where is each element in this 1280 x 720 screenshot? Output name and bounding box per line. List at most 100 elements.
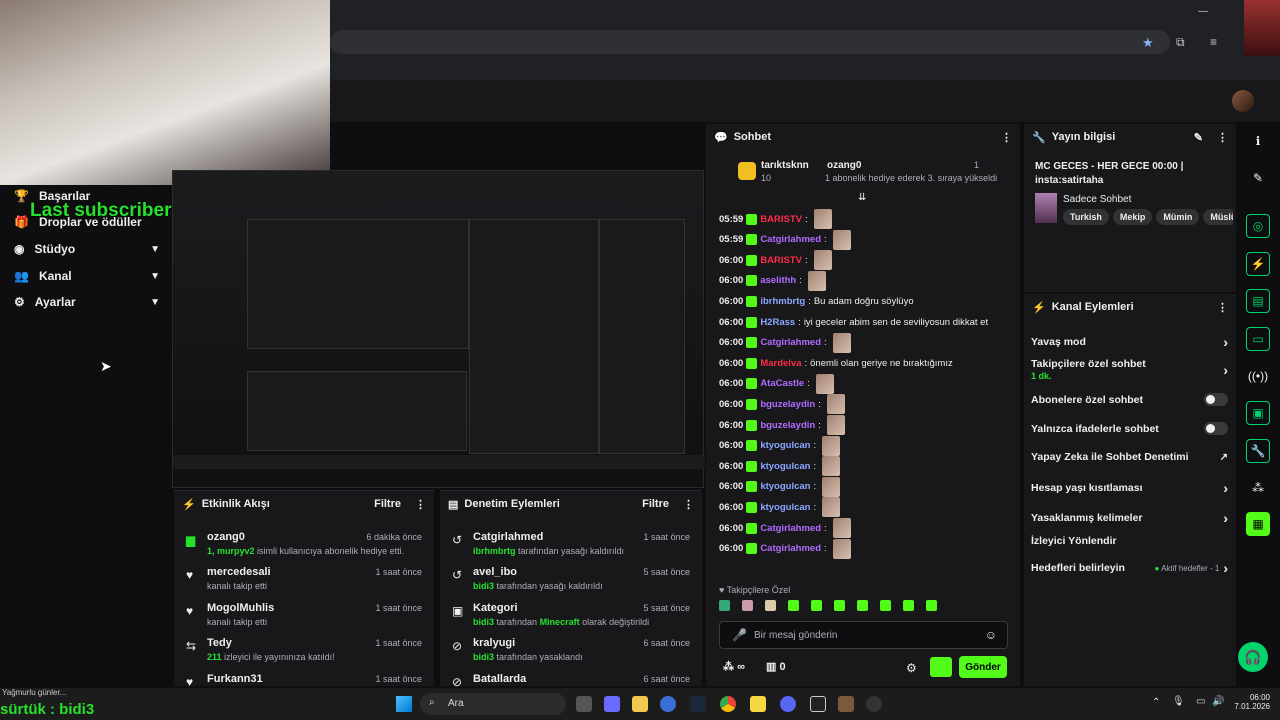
- subs-only-row[interactable]: Abonelere özel sohbet: [1031, 393, 1228, 406]
- gift-display[interactable]: ▥ 0: [766, 660, 786, 673]
- volume-icon[interactable]: 🔊: [1212, 696, 1224, 707]
- tag[interactable]: Mekip: [1112, 209, 1153, 225]
- chat-username[interactable]: aselithh: [760, 275, 796, 286]
- clock[interactable]: 06:00 7.01.2026: [1234, 693, 1270, 711]
- category-name[interactable]: Sadece Sohbet: [1063, 194, 1131, 205]
- chat-username[interactable]: ktyogulcan: [760, 440, 810, 451]
- collapse-icon[interactable]: ⇊: [858, 192, 866, 203]
- subs-only-toggle[interactable]: [1204, 393, 1228, 406]
- filter-button[interactable]: Filtre: [642, 498, 669, 510]
- avatar[interactable]: [1232, 90, 1254, 112]
- list-item[interactable]: ▆ ozang0 6 dakika önce 1, murpyv2 isimli ku…: [174, 529, 434, 565]
- points-display[interactable]: ⁂ ∞: [723, 660, 745, 673]
- chat-username[interactable]: bguzelaydin: [760, 420, 815, 431]
- weather-widget[interactable]: Yağmurlu günler...: [2, 688, 66, 697]
- chat-username[interactable]: ibrhmbrtg: [760, 296, 805, 307]
- minecraft-launcher-icon[interactable]: [838, 696, 854, 712]
- tray-chevron-icon[interactable]: ⌃: [1152, 697, 1160, 708]
- network-icon[interactable]: ▭: [1196, 696, 1205, 707]
- emote-icon[interactable]: [926, 600, 937, 611]
- wrench-icon[interactable]: 🔧: [1246, 439, 1270, 463]
- ai-moderation-row[interactable]: Yapay Zeka ile Sohbet Denetimi ↗: [1031, 451, 1228, 463]
- followers-only-row[interactable]: Takipçilere özel sohbet 1 dk. ›: [1031, 358, 1228, 382]
- chrome-icon[interactable]: [720, 696, 736, 712]
- discord-icon[interactable]: [780, 696, 796, 712]
- list-item[interactable]: ↺ avel_ibo 5 saat önce bidi3 tarafından yas…: [440, 564, 702, 600]
- chat-username[interactable]: ktyogulcan: [760, 502, 810, 513]
- tag[interactable]: Mümin: [1156, 209, 1200, 225]
- folder-icon[interactable]: [632, 696, 648, 712]
- minecraft-icon[interactable]: ▦: [1246, 512, 1270, 536]
- document-icon[interactable]: ▤: [1246, 289, 1270, 313]
- goals-row[interactable]: Hedefleri belirleyin ● Aktif hedefler - 1…: [1031, 560, 1228, 576]
- account-age-row[interactable]: Hesap yaşı kısıtlaması ›: [1031, 480, 1228, 496]
- target-icon[interactable]: ◎: [1246, 214, 1270, 238]
- nav-channel[interactable]: 👥 Kanal ▼: [14, 269, 160, 283]
- bookmark-star-icon[interactable]: ★: [1142, 35, 1154, 51]
- chat-username[interactable]: Catgirlahmed: [760, 523, 821, 534]
- top-gifter-1[interactable]: tarıktsknn: [761, 160, 809, 171]
- list-item[interactable]: ♥ mercedesali 1 saat önce kanalı takip etti: [174, 564, 434, 600]
- support-icon[interactable]: 🎧: [1238, 642, 1268, 672]
- pencil-icon[interactable]: ✎: [1246, 166, 1270, 190]
- tag[interactable]: Turkish: [1063, 209, 1109, 225]
- host-row[interactable]: İzleyici Yönlendir: [1031, 535, 1228, 547]
- more-icon[interactable]: ⋮: [683, 498, 694, 511]
- microphone-icon[interactable]: 🎤: [732, 628, 747, 642]
- chat-username[interactable]: Catgirlahmed: [760, 337, 821, 348]
- stream-preview[interactable]: [172, 170, 705, 488]
- banned-words-row[interactable]: Yasaklanmış kelimeler ›: [1031, 510, 1228, 526]
- chat-username[interactable]: ktyogulcan: [760, 481, 810, 492]
- emote-icon[interactable]: [880, 600, 891, 611]
- list-item[interactable]: ↺ Catgirlahmed 1 saat önce ibrhmbrtg tarafı…: [440, 529, 702, 565]
- chat-username[interactable]: AtaCastle: [760, 378, 804, 389]
- chat-username[interactable]: BARISTV: [760, 255, 802, 266]
- tag[interactable]: Müslüm: [1203, 209, 1233, 225]
- list-item[interactable]: ⇆ Tedy 1 saat önce 211 izleyici ile yayının…: [174, 635, 434, 671]
- edit-icon[interactable]: ✎: [1194, 131, 1203, 144]
- emote-only-toggle[interactable]: [1204, 422, 1228, 435]
- obs-icon[interactable]: [866, 696, 882, 712]
- chat-input[interactable]: 🎤 Bir mesaj gönderin ☺: [719, 621, 1008, 649]
- media-icon[interactable]: ≡: [1210, 35, 1217, 49]
- more-icon[interactable]: ⋮: [415, 498, 426, 511]
- steam-icon[interactable]: [690, 696, 706, 712]
- slow-mode-row[interactable]: Yavaş mod ›: [1031, 334, 1228, 350]
- capcut-icon[interactable]: [810, 696, 826, 712]
- list-item[interactable]: ⊘ kralyugi 6 saat önce bidi3 tarafından yas…: [440, 635, 702, 671]
- emoji-icon[interactable]: ☺: [985, 628, 997, 642]
- chat-username[interactable]: ktyogulcan: [760, 461, 810, 472]
- address-bar[interactable]: [330, 30, 1170, 54]
- list-item[interactable]: ♥ MogolMuhlis 1 saat önce kanalı takip etti: [174, 600, 434, 636]
- taskbar-search[interactable]: ⌕ Ara: [420, 693, 566, 715]
- bolt-icon[interactable]: ⚡: [1246, 252, 1270, 276]
- more-icon[interactable]: ⋮: [1217, 301, 1228, 314]
- emote-icon[interactable]: [765, 600, 776, 611]
- task-view-icon[interactable]: [576, 696, 592, 712]
- info-icon[interactable]: ℹ: [1246, 129, 1270, 153]
- app-icon[interactable]: [660, 696, 676, 712]
- emote-icon[interactable]: [742, 600, 753, 611]
- emote-icon[interactable]: [834, 600, 845, 611]
- broadcast-icon[interactable]: ((•)): [1246, 364, 1270, 388]
- more-icon[interactable]: ⋮: [1217, 131, 1228, 144]
- emote-icon[interactable]: [788, 600, 799, 611]
- nav-studio[interactable]: ◉ Stüdyo ▼: [14, 242, 160, 256]
- emote-only-row[interactable]: Yalnızca ifadelerle sohbet: [1031, 422, 1228, 435]
- chat-username[interactable]: Catgirlahmed: [760, 234, 821, 245]
- emote-icon[interactable]: [719, 600, 730, 611]
- send-button[interactable]: Gönder: [959, 656, 1007, 678]
- chat-bubble-icon[interactable]: ▭: [1246, 327, 1270, 351]
- storage-icon[interactable]: ▣: [1246, 401, 1270, 425]
- emote-icon[interactable]: [857, 600, 868, 611]
- list-item[interactable]: ▣ Kategori 5 saat önce bidi3 tarafından Min…: [440, 600, 702, 636]
- calculator-icon[interactable]: [604, 696, 620, 712]
- chat-username[interactable]: BARISTV: [760, 214, 802, 225]
- notes-icon[interactable]: [750, 696, 766, 712]
- chat-username[interactable]: H2Rass: [760, 317, 795, 328]
- nav-settings[interactable]: ⚙ Ayarlar ▼: [14, 295, 160, 309]
- minimize-icon[interactable]: —: [1198, 6, 1208, 17]
- extensions-icon[interactable]: ⧉: [1176, 35, 1185, 50]
- windows-start-icon[interactable]: [396, 696, 412, 712]
- top-gifter-2[interactable]: ozang0: [827, 160, 861, 171]
